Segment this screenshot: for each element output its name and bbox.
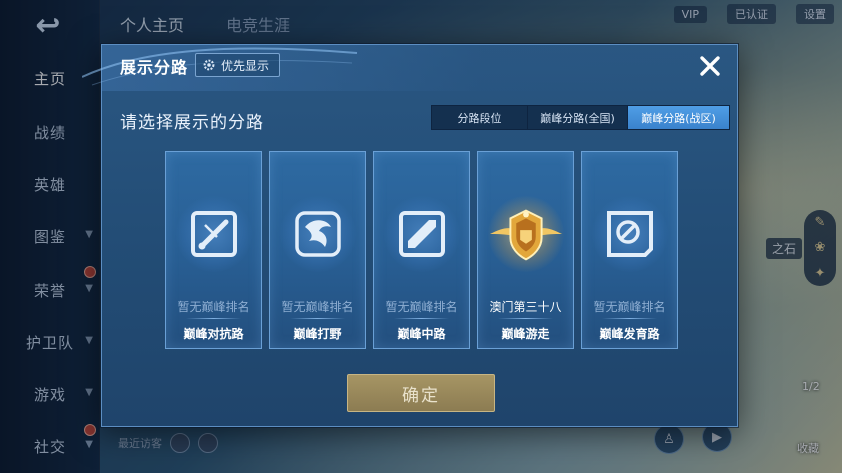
- lane-card-list: 暂无巅峰排名 巅峰对抗路 暂无巅峰排名 巅峰打野 暂无巅峰排名 巅峰中路 澳门第…: [165, 151, 678, 349]
- card-rank-text: 暂无巅峰排名: [177, 300, 250, 314]
- priority-display-button[interactable]: 优先显示: [195, 53, 281, 77]
- tab-peak-national[interactable]: 巅峰分路(全国): [528, 106, 628, 129]
- dragon-jungle-icon: [279, 196, 356, 272]
- card-rank-text: 暂无巅峰排名: [593, 300, 666, 314]
- mid-lane-icon: [383, 196, 460, 272]
- lane-card-mid[interactable]: 暂无巅峰排名 巅峰中路: [373, 151, 470, 349]
- lane-card-jungle[interactable]: 暂无巅峰排名 巅峰打野: [269, 151, 366, 349]
- confirm-button[interactable]: 确定: [347, 374, 495, 412]
- lane-card-roam[interactable]: 澳门第三十八 巅峰游走: [477, 151, 574, 349]
- card-lane-name: 巅峰对抗路: [183, 327, 244, 341]
- close-button[interactable]: [695, 51, 725, 81]
- gear-icon: [203, 59, 215, 71]
- card-rank-text: 暂无巅峰排名: [385, 300, 458, 314]
- card-lane-name: 巅峰打野: [293, 327, 342, 341]
- lane-card-top[interactable]: 暂无巅峰排名 巅峰对抗路: [165, 151, 262, 349]
- close-icon: [700, 56, 720, 76]
- card-divider: [394, 318, 449, 319]
- lane-card-adc[interactable]: 暂无巅峰排名 巅峰发育路: [581, 151, 678, 349]
- card-rank-text: 澳门第三十八: [489, 300, 562, 314]
- card-rank-text: 暂无巅峰排名: [281, 300, 354, 314]
- priority-label: 优先显示: [221, 58, 270, 73]
- tab-lane-rank[interactable]: 分路段位: [432, 106, 528, 129]
- lane-type-tabs: 分路段位 巅峰分路(全国) 巅峰分路(战区): [431, 105, 730, 130]
- card-lane-name: 巅峰游走: [501, 327, 550, 341]
- card-divider: [186, 318, 241, 319]
- adc-lane-icon: [591, 196, 668, 272]
- sword-lane-icon: [175, 196, 252, 272]
- card-divider: [498, 318, 553, 319]
- gold-crest-icon: [487, 196, 564, 272]
- card-lane-name: 巅峰发育路: [599, 327, 660, 341]
- card-divider: [602, 318, 657, 319]
- card-divider: [290, 318, 345, 319]
- tab-peak-region[interactable]: 巅峰分路(战区): [628, 106, 729, 129]
- lane-display-dialog: 展示分路 优先显示 请选择展示的分路 分路段位 巅峰分路(全国) 巅峰分路(战区…: [82, 44, 738, 427]
- dialog-subtitle: 请选择展示的分路: [120, 113, 264, 133]
- card-lane-name: 巅峰中路: [397, 327, 446, 341]
- dialog-title: 展示分路: [120, 58, 189, 77]
